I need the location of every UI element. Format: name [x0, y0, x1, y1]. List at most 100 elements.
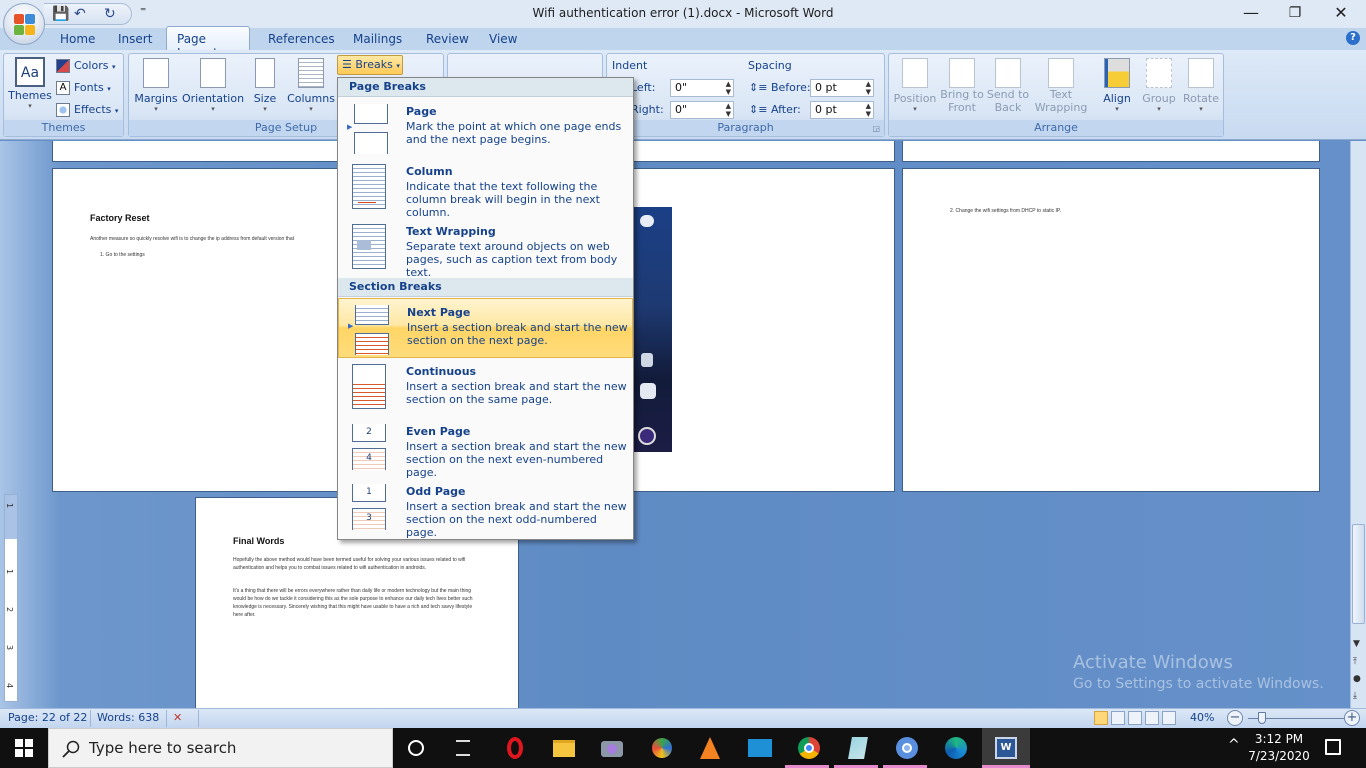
menu-item-text-wrapping-break[interactable]: Text Wrapping Separate text around objec… [338, 218, 633, 279]
effects-button[interactable]: Effects ▾ [56, 103, 118, 117]
start-button[interactable] [0, 728, 48, 768]
spinner-arrows-icon[interactable]: ▲ ▼ [726, 80, 731, 96]
minimize-button[interactable]: — [1228, 2, 1274, 26]
tab-review[interactable]: Review [426, 32, 469, 46]
tab-view[interactable]: View [489, 32, 517, 46]
size-button[interactable]: Size ▾ [249, 58, 281, 113]
ruler-mark: 1 [5, 568, 15, 575]
spinner-arrows-icon[interactable]: ▲ ▼ [726, 102, 731, 118]
tab-home[interactable]: Home [60, 32, 95, 46]
group-button[interactable]: Group ▾ [1139, 58, 1179, 113]
indent-right-input[interactable]: 0" ▲ ▼ [670, 101, 734, 119]
zoom-slider-thumb[interactable] [1258, 712, 1266, 724]
columns-button[interactable]: Columns ▾ [287, 58, 335, 113]
spinner-arrows-icon[interactable]: ▲ ▼ [866, 102, 871, 118]
scroll-down-arrow-icon[interactable]: ▼ [1353, 639, 1360, 649]
text-wrapping-button[interactable]: Text Wrapping [1032, 58, 1090, 114]
menu-item-page-break[interactable]: ▶ Page Mark the point at which one page … [338, 98, 633, 158]
align-button[interactable]: Align ▾ [1097, 58, 1137, 113]
menu-item-odd-page[interactable]: 1 3 Odd Page Insert a section break and … [338, 478, 633, 539]
help-icon[interactable]: ? [1346, 31, 1360, 45]
page-count[interactable]: Page: 22 of 22 [8, 711, 87, 724]
zoom-out-button[interactable]: − [1227, 710, 1243, 726]
chrome-icon[interactable] [797, 736, 821, 760]
maximize-button[interactable]: ❐ [1272, 2, 1318, 26]
scrollbar-thumb[interactable] [1352, 524, 1365, 624]
fonts-button[interactable]: A Fonts ▾ [56, 81, 111, 95]
taskbar: Type here to search W ^ 3:12 PM 7/23/202… [0, 728, 1366, 768]
next-page-icon[interactable]: ⤓ [1353, 691, 1357, 701]
web-layout-view-icon[interactable] [1128, 711, 1142, 725]
zoom-level[interactable]: 40% [1190, 711, 1214, 724]
bring-to-front-label-2: Front [948, 101, 976, 114]
rotate-button[interactable]: Rotate ▾ [1181, 58, 1221, 113]
vertical-ruler[interactable]: 1 1 2 3 4 [4, 494, 18, 702]
status-bar: Page: 22 of 22 Words: 638 ✕ 40% − + [0, 708, 1366, 728]
internet-download-manager-icon[interactable] [650, 736, 674, 760]
factory-reset-heading: Factory Reset [90, 213, 150, 223]
menu-item-continuous[interactable]: Continuous Insert a section break and st… [338, 358, 633, 418]
edge-icon[interactable] [944, 736, 968, 760]
paragraph-dialog-launcher-icon[interactable]: ◲ [872, 124, 880, 133]
office-logo-icon [14, 14, 36, 36]
tab-references[interactable]: References [268, 32, 335, 46]
orientation-label: Orientation [181, 92, 245, 105]
show-hidden-icons-icon[interactable]: ^ [1228, 737, 1240, 753]
system-clock[interactable]: 3:12 PM 7/23/2020 [1245, 731, 1313, 765]
vertical-scrollbar[interactable]: ▼ ⤒ ● ⤓ [1350, 141, 1366, 708]
themes-label: Themes [8, 89, 52, 102]
chromium-icon[interactable] [895, 736, 919, 760]
notepad-icon[interactable] [846, 736, 870, 760]
spacing-after-input[interactable]: 0 pt ▲ ▼ [810, 101, 874, 119]
margins-button[interactable]: Margins ▾ [133, 58, 179, 113]
page-previous-b [902, 141, 1320, 162]
file-explorer-icon[interactable] [552, 736, 576, 760]
camera-icon[interactable] [600, 736, 624, 760]
outline-view-icon[interactable] [1145, 711, 1159, 725]
proofing-errors-icon[interactable]: ✕ [173, 711, 182, 724]
tab-page-layout[interactable]: Page Layout [166, 26, 250, 60]
full-screen-reading-view-icon[interactable] [1111, 711, 1125, 725]
colors-label: Colors [74, 59, 109, 72]
bring-to-front-button[interactable]: Bring to Front [939, 58, 985, 114]
cortana-icon[interactable] [404, 736, 428, 760]
breaks-icon: ☰ [342, 58, 352, 71]
task-view-icon[interactable] [452, 736, 476, 760]
mail-icon[interactable] [748, 736, 772, 760]
colors-button[interactable]: Colors ▾ [56, 59, 115, 73]
previous-page-icon[interactable]: ⤒ [1353, 657, 1357, 667]
taskbar-search-box[interactable]: Type here to search [48, 728, 393, 768]
position-button[interactable]: Position ▾ [891, 58, 939, 113]
window-title: Wifi authentication error (1).docx - Mic… [532, 6, 834, 20]
word-count[interactable]: Words: 638 [97, 711, 159, 724]
draft-view-icon[interactable] [1162, 711, 1176, 725]
spinner-arrows-icon[interactable]: ▲ ▼ [866, 80, 871, 96]
break-marker-icon: ▶ [348, 322, 354, 330]
tab-mailings[interactable]: Mailings [353, 32, 402, 46]
break-marker-icon: ▶ [347, 123, 353, 131]
print-layout-view-icon[interactable] [1094, 711, 1108, 725]
action-center-icon[interactable] [1325, 739, 1341, 755]
close-button[interactable]: ✕ [1318, 2, 1364, 26]
ruler-mark: 1 [5, 502, 15, 509]
indent-left-input[interactable]: 0" ▲ ▼ [670, 79, 734, 97]
orientation-button[interactable]: Orientation ▾ [181, 58, 245, 113]
word-icon[interactable]: W [994, 736, 1018, 760]
spacing-before-input[interactable]: 0 pt ▲ ▼ [810, 79, 874, 97]
tab-insert[interactable]: Insert [118, 32, 152, 46]
themes-button[interactable]: Aa Themes ▾ [8, 57, 52, 110]
menu-item-next-page[interactable]: ▶ Next Page Insert a section break and s… [338, 298, 633, 358]
continuous-break-icon [350, 364, 390, 412]
app-folder-icon [640, 383, 656, 399]
vlc-icon[interactable] [698, 736, 722, 760]
opera-icon[interactable] [503, 736, 527, 760]
menu-item-column-break[interactable]: Column Indicate that the text following … [338, 158, 633, 219]
menu-item-description: Mark the point at which one page ends an… [406, 120, 622, 146]
menu-item-even-page[interactable]: 2 4 Even Page Insert a section break and… [338, 418, 633, 479]
breaks-button[interactable]: ☰ Breaks ▾ [337, 55, 403, 75]
document-area[interactable]: Factory Reset Another measure so quickly… [0, 141, 1350, 708]
send-to-back-button[interactable]: Send to Back [986, 58, 1030, 114]
office-button[interactable] [3, 3, 45, 45]
zoom-in-button[interactable]: + [1344, 710, 1360, 726]
select-browse-object-icon[interactable]: ● [1353, 674, 1361, 684]
